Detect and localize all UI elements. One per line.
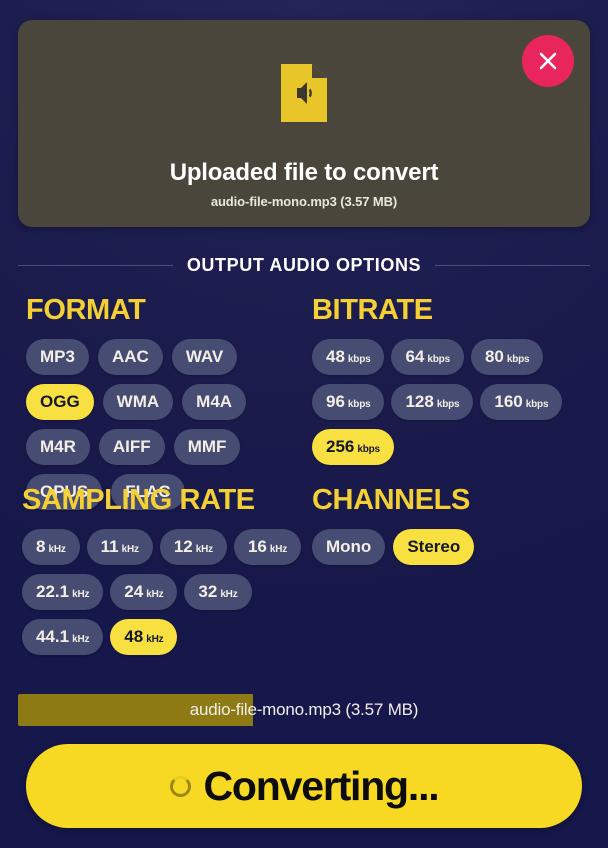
chip-bitrate-64[interactable]: 64 kbps bbox=[391, 339, 464, 375]
chip-unit: kHz bbox=[72, 589, 90, 600]
chip-unit: kbps bbox=[436, 399, 460, 410]
chip-bitrate-96[interactable]: 96 kbps bbox=[312, 384, 385, 420]
chip-value: 12 bbox=[173, 537, 193, 556]
card-filename: audio-file-mono.mp3 (3.57 MB) bbox=[210, 194, 398, 209]
options-header-title: OUTPUT AUDIO OPTIONS bbox=[186, 254, 422, 275]
conversion-progress: audio-file-mono.mp3 (3.57 MB) bbox=[18, 694, 590, 726]
chip-format-ogg[interactable]: OGG bbox=[26, 384, 94, 420]
chip-unit: kbps bbox=[347, 354, 371, 365]
chip-sampling-12[interactable]: 12 kHz bbox=[159, 529, 227, 565]
chip-value: AAC bbox=[111, 347, 149, 366]
chip-channels-mono[interactable]: Mono bbox=[312, 529, 386, 565]
option-group-format: FORMAT MP3 AAC WAV OGG WMA M4A M4R AIFF MMF OPUS F… bbox=[26, 296, 294, 510]
chip-format-m4a[interactable]: M4A bbox=[182, 384, 247, 420]
spinner-icon bbox=[169, 775, 191, 797]
chip-value: 48 bbox=[124, 627, 144, 646]
chip-sampling-8[interactable]: 8 kHz bbox=[22, 529, 80, 565]
chip-format-aiff[interactable]: AIFF bbox=[98, 429, 165, 465]
divider-left bbox=[18, 264, 173, 266]
chip-value: WAV bbox=[185, 347, 224, 366]
chip-value: 160 bbox=[494, 392, 523, 411]
chip-unit: kHz bbox=[269, 544, 288, 555]
chip-value: AIFF bbox=[112, 437, 151, 456]
chip-bitrate-48[interactable]: 48 kbps bbox=[312, 339, 385, 375]
chip-sampling-44-1[interactable]: 44.1 kHz bbox=[22, 619, 104, 655]
chip-format-mmf[interactable]: MMF bbox=[173, 429, 241, 465]
chip-list-sampling-rate: 8 kHz 11 kHz 12 kHz 16 kHz 22.1 kHz 24 kHz 32 kHz 44.1… bbox=[22, 529, 308, 655]
options-header: OUTPUT AUDIO OPTIONS bbox=[18, 252, 590, 278]
chip-bitrate-128[interactable]: 128 kbps bbox=[391, 384, 474, 420]
audio-file-glyph bbox=[281, 64, 327, 122]
chip-value: 8 bbox=[36, 537, 46, 556]
chip-unit: kHz bbox=[195, 544, 213, 555]
chip-unit: kHz bbox=[48, 544, 66, 555]
chip-bitrate-256[interactable]: 256 kbps bbox=[312, 429, 394, 465]
option-group-channels: CHANNELS Mono Stereo bbox=[312, 486, 594, 565]
chip-value: 22.1 bbox=[36, 582, 70, 601]
convert-button[interactable]: Converting... bbox=[26, 744, 582, 828]
card-title: Uploaded file to convert bbox=[169, 159, 439, 186]
chip-value: 128 bbox=[405, 392, 434, 411]
chip-value: OGG bbox=[40, 392, 80, 411]
chip-sampling-16[interactable]: 16 kHz bbox=[233, 529, 302, 565]
chip-format-aac[interactable]: AAC bbox=[97, 339, 163, 375]
chip-sampling-48[interactable]: 48 kHz bbox=[110, 619, 178, 655]
group-title-format: FORMAT bbox=[26, 294, 146, 326]
chip-value: 32 bbox=[198, 582, 218, 601]
chip-sampling-22-1[interactable]: 22.1 kHz bbox=[22, 574, 104, 610]
chip-bitrate-80[interactable]: 80 kbps bbox=[470, 339, 544, 375]
chip-value: 256 bbox=[326, 437, 355, 456]
chip-bitrate-160[interactable]: 160 kbps bbox=[480, 384, 563, 420]
chip-unit: kHz bbox=[220, 589, 238, 600]
chip-unit: kbps bbox=[347, 399, 371, 410]
chip-unit: kbps bbox=[357, 444, 380, 455]
chip-unit: kbps bbox=[427, 354, 450, 365]
chip-list-channels: Mono Stereo bbox=[312, 529, 594, 565]
chip-value: 64 bbox=[405, 347, 425, 366]
group-title-sampling-rate: SAMPLING RATE bbox=[22, 484, 255, 516]
chip-sampling-32[interactable]: 32 kHz bbox=[184, 574, 252, 610]
chip-value: 11 bbox=[100, 537, 119, 556]
group-title-channels: CHANNELS bbox=[312, 484, 470, 516]
chip-sampling-11[interactable]: 11 kHz bbox=[86, 529, 153, 565]
chip-unit: kbps bbox=[525, 399, 549, 410]
chip-value: 48 bbox=[326, 347, 345, 366]
chip-value: 44.1 bbox=[36, 627, 70, 646]
chip-value: 16 bbox=[247, 537, 267, 556]
chip-value: WMA bbox=[116, 392, 160, 411]
group-title-bitrate: BITRATE bbox=[312, 294, 433, 326]
chip-format-m4r[interactable]: M4R bbox=[26, 429, 90, 465]
uploaded-file-card: Uploaded file to convert audio-file-mono… bbox=[18, 20, 590, 227]
app-root: Uploaded file to convert audio-file-mono… bbox=[0, 0, 608, 848]
chip-unit: kHz bbox=[121, 544, 139, 555]
chip-value: 96 bbox=[326, 392, 345, 411]
chip-format-wma[interactable]: WMA bbox=[102, 384, 174, 420]
chip-unit: kHz bbox=[72, 634, 90, 645]
divider-right bbox=[435, 264, 590, 266]
chip-value: Stereo bbox=[407, 537, 461, 556]
chip-format-wav[interactable]: WAV bbox=[171, 339, 238, 375]
chip-value: 80 bbox=[484, 347, 504, 366]
chip-format-mp3[interactable]: MP3 bbox=[26, 339, 89, 375]
chip-value: MMF bbox=[187, 437, 227, 456]
chip-sampling-24[interactable]: 24 kHz bbox=[110, 574, 178, 610]
chip-unit: kHz bbox=[146, 634, 164, 645]
chip-value: 24 bbox=[124, 582, 144, 601]
chip-list-bitrate: 48 kbps 64 kbps 80 kbps 96 kbps 128 kbps 160 kbps 25… bbox=[312, 339, 594, 465]
chip-channels-stereo[interactable]: Stereo bbox=[393, 529, 475, 565]
progress-label: audio-file-mono.mp3 (3.57 MB) bbox=[189, 700, 419, 719]
chip-value: MP3 bbox=[40, 347, 75, 366]
chip-unit: kHz bbox=[146, 589, 164, 600]
chip-unit: kbps bbox=[506, 354, 530, 365]
option-group-bitrate: BITRATE 48 kbps 64 kbps 80 kbps 96 kbps 128 kbps 1… bbox=[312, 296, 594, 465]
chip-value: Mono bbox=[326, 537, 372, 556]
chip-value: M4A bbox=[196, 392, 233, 411]
audio-file-icon bbox=[18, 64, 590, 122]
chip-value: M4R bbox=[40, 437, 76, 456]
convert-button-label: Converting... bbox=[203, 762, 440, 809]
option-group-sampling-rate: SAMPLING RATE 8 kHz 11 kHz 12 kHz 16 kHz 22.1 kHz… bbox=[22, 486, 308, 655]
